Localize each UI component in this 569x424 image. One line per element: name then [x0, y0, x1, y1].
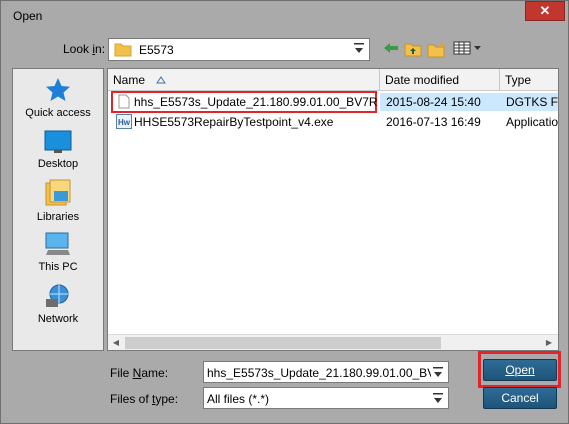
svg-text:Hw: Hw — [118, 118, 131, 127]
files-of-type-label: Files of type: — [110, 392, 179, 406]
look-in-value: E5573 — [139, 43, 174, 57]
column-header-date[interactable]: Date modified — [380, 69, 500, 91]
open-dialog: Open ✕ Look in: E5573 Quick access Deskt… — [0, 0, 569, 424]
chevron-down-icon[interactable] — [353, 42, 365, 56]
file-row[interactable]: Hw HHSE5573RepairByTestpoint_v4.exe 2016… — [108, 113, 559, 132]
file-date: 2015-08-24 15:40 — [386, 95, 481, 109]
open-button[interactable]: Open — [483, 359, 557, 381]
sort-up-icon — [156, 76, 167, 84]
new-folder-icon[interactable] — [427, 41, 447, 61]
folder-icon — [114, 42, 132, 60]
network-icon — [46, 284, 69, 307]
chevron-down-icon[interactable] — [432, 392, 444, 406]
close-icon: ✕ — [539, 3, 551, 18]
place-quick-access[interactable]: Quick access — [13, 77, 103, 119]
close-button[interactable]: ✕ — [525, 1, 565, 21]
place-label: This PC — [38, 261, 78, 273]
place-label: Network — [37, 313, 79, 325]
title-bar[interactable]: Open ✕ — [1, 1, 568, 31]
column-header-label: Date modified — [385, 73, 460, 87]
cancel-button[interactable]: Cancel — [483, 387, 557, 409]
file-name-label: File Name: — [110, 366, 169, 380]
file-row[interactable]: hhs_E5573s_Update_21.180.99.01.00_BV7R11… — [108, 91, 559, 113]
files-of-type-select[interactable]: All files (*.*) — [203, 387, 449, 409]
column-header-label: Type — [505, 73, 532, 87]
look-in-label: Look in: — [63, 42, 106, 56]
star-icon — [46, 78, 70, 101]
place-libraries[interactable]: Libraries — [13, 179, 103, 223]
file-list[interactable]: Name Date modified Type hhs_E5573s_Updat… — [107, 68, 559, 351]
computer-icon — [45, 232, 70, 255]
column-header-label: Name — [113, 73, 146, 87]
scroll-left-icon[interactable]: ◀ — [109, 337, 123, 349]
column-header-type[interactable]: Type — [500, 69, 558, 91]
file-name-value: hhs_E5573s_Update_21.180.99.01.00_BV7R1 — [207, 366, 431, 380]
place-network[interactable]: Network — [13, 283, 103, 325]
window-title: Open — [13, 9, 43, 23]
place-this-pc[interactable]: This PC — [13, 231, 103, 273]
file-name: hhs_E5573s_Update_21.180.99.01.00_BV7R11… — [134, 95, 378, 109]
back-arrow-icon[interactable] — [383, 41, 399, 58]
column-header-name[interactable]: Name — [108, 69, 380, 91]
horizontal-scrollbar[interactable]: ◀ ▶ — [108, 334, 558, 350]
blank-file-icon — [118, 94, 130, 112]
file-name-input[interactable]: hhs_E5573s_Update_21.180.99.01.00_BV7R1 — [203, 361, 449, 383]
file-name: HHSE5573RepairByTestpoint_v4.exe — [134, 115, 334, 129]
exe-icon: Hw — [116, 114, 132, 132]
up-folder-icon[interactable] — [404, 41, 422, 60]
chevron-down-icon[interactable] — [432, 366, 444, 380]
look-in-combo[interactable]: E5573 — [108, 38, 370, 61]
desktop-icon — [44, 130, 72, 153]
place-desktop[interactable]: Desktop — [13, 130, 103, 170]
scroll-right-icon[interactable]: ▶ — [542, 337, 556, 349]
file-type: Applicatio — [506, 115, 559, 129]
places-bar: Quick access Desktop Libraries This PC N… — [12, 68, 104, 351]
libraries-icon — [45, 179, 71, 206]
place-label: Libraries — [36, 211, 80, 223]
open-button-label: Open — [505, 363, 535, 377]
scrollbar-thumb[interactable] — [125, 337, 441, 349]
files-of-type-value: All files (*.*) — [207, 392, 270, 406]
file-date: 2016-07-13 16:49 — [386, 115, 481, 129]
place-label: Quick access — [25, 107, 91, 119]
place-label: Desktop — [37, 158, 79, 170]
view-menu-icon[interactable] — [453, 41, 483, 58]
file-type: DGTKS Fil — [506, 95, 559, 109]
cancel-button-label: Cancel — [501, 391, 539, 405]
